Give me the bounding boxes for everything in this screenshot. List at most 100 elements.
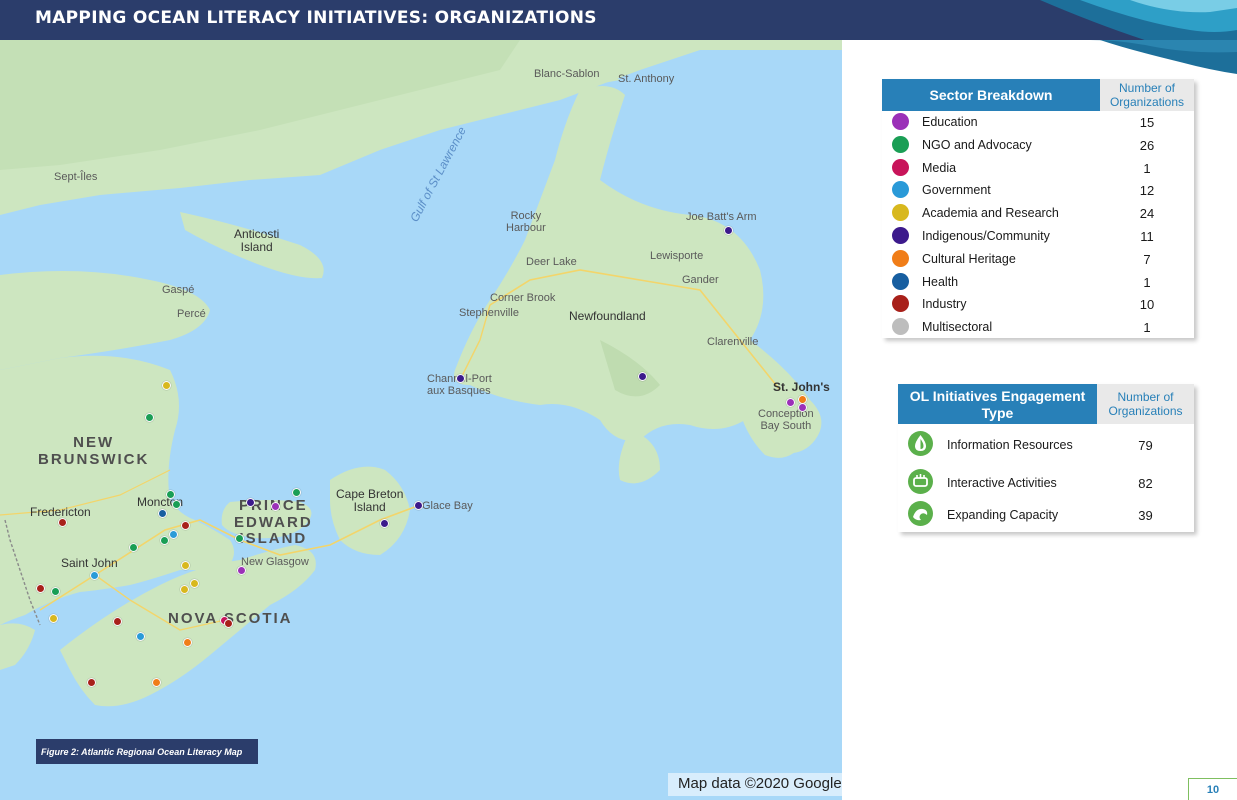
map-label-sept-iles: Sept-Îles — [54, 171, 98, 183]
sector-row: Government 12 — [882, 179, 1194, 201]
sector-count: 10 — [1139, 297, 1155, 313]
map-marker-industry[interactable] — [87, 678, 96, 687]
sector-color-swatch — [892, 249, 909, 267]
sector-label: NGO and Advocacy — [922, 137, 1032, 152]
map-marker-academia[interactable] — [190, 579, 199, 588]
engagement-count: 79 — [1138, 438, 1153, 453]
map-marker-industry[interactable] — [224, 619, 233, 628]
map-marker-indigenous[interactable] — [456, 374, 465, 383]
map-marker-health[interactable] — [158, 509, 167, 518]
map-marker-academia[interactable] — [181, 561, 190, 570]
map-marker-government[interactable] — [90, 571, 99, 580]
map-marker-ngo[interactable] — [235, 534, 244, 543]
map-label-joe-batts-arm: Joe Batt's Arm — [686, 211, 757, 223]
map-marker-cultural-heritage[interactable] — [152, 678, 161, 687]
map-label-st-anthony: St. Anthony — [618, 73, 675, 85]
map-marker-ngo[interactable] — [166, 490, 175, 499]
map-label-st-johns: St. John's — [773, 380, 830, 394]
engagement-row: Information Resources 79 — [898, 431, 1194, 459]
sector-count: 26 — [1139, 137, 1155, 153]
map-marker-ngo[interactable] — [145, 413, 154, 422]
sector-count: 24 — [1139, 206, 1155, 222]
water-drop-icon — [908, 431, 933, 456]
map-marker-government[interactable] — [136, 632, 145, 641]
map-marker-indigenous[interactable] — [246, 498, 255, 507]
hands-icon — [908, 469, 933, 494]
map-label-lewisporte: Lewisporte — [650, 250, 704, 262]
page-header: MAPPING OCEAN LITERACY INITIATIVES: ORGA… — [0, 0, 1237, 40]
map-label-new-brunswick: NEW BRUNSWICK — [38, 434, 150, 468]
sector-label: Industry — [922, 297, 967, 312]
map-marker-indigenous[interactable] — [724, 226, 733, 235]
map-marker-industry[interactable] — [113, 617, 122, 626]
map-label-corner-brook: Corner Brook — [490, 292, 556, 304]
map-label-clarenville: Clarenville — [707, 336, 759, 348]
map-label-conception-bay: Conception Bay South — [758, 408, 814, 433]
regional-map[interactable]: Blanc-Sablon St. Anthony Sept-Îles Antic… — [0, 40, 842, 800]
sector-row: Industry 10 — [882, 293, 1194, 315]
sector-color-swatch — [892, 135, 909, 153]
engagement-label: Information Resources — [947, 438, 1073, 452]
engagement-type-table: OL Initiatives Engagement Type Number of… — [898, 384, 1194, 532]
map-marker-education[interactable] — [786, 398, 795, 407]
sector-label: Multisectoral — [922, 320, 993, 335]
map-marker-indigenous[interactable] — [380, 519, 389, 528]
sector-row: NGO and Advocacy 26 — [882, 134, 1194, 156]
map-label-cape-breton: Cape Breton Island — [336, 487, 404, 515]
sector-count: 11 — [1140, 229, 1154, 244]
figure-caption: Figure 2: Atlantic Regional Ocean Litera… — [36, 739, 258, 764]
map-label-anticosti: Anticosti Island — [234, 227, 280, 255]
map-marker-indigenous[interactable] — [638, 372, 647, 381]
sector-table-title: Sector Breakdown — [882, 79, 1100, 111]
map-marker-industry[interactable] — [58, 518, 67, 527]
map-label-gander: Gander — [682, 274, 719, 286]
map-label-saint-john: Saint John — [61, 556, 118, 570]
map-marker-academia[interactable] — [162, 381, 171, 390]
engagement-row: Interactive Activities 82 — [898, 469, 1194, 497]
sector-label: Cultural Heritage — [922, 251, 1016, 266]
sector-label: Health — [922, 274, 959, 289]
sector-row: Media 1 — [882, 157, 1194, 179]
page-number: 10 — [1188, 778, 1237, 800]
map-attribution[interactable]: Map data ©2020 Google — [668, 773, 842, 796]
wave-icon — [908, 501, 933, 526]
map-marker-ngo[interactable] — [129, 543, 138, 552]
sector-label: Indigenous/Community — [922, 229, 1050, 243]
map-marker-academia[interactable] — [49, 614, 58, 623]
map-marker-industry[interactable] — [36, 584, 45, 593]
sector-count: 1 — [1143, 320, 1151, 336]
sector-count: 1 — [1143, 274, 1151, 290]
map-marker-academia[interactable] — [180, 585, 189, 594]
map-marker-government[interactable] — [169, 530, 178, 539]
map-marker-cultural-heritage[interactable] — [183, 638, 192, 647]
map-marker-indigenous[interactable] — [414, 501, 423, 510]
wave-graphic-tail — [1040, 40, 1237, 74]
map-marker-ngo[interactable] — [292, 488, 301, 497]
map-marker-education[interactable] — [237, 566, 246, 575]
sector-breakdown-table: Sector Breakdown Number of Organizations… — [882, 79, 1194, 338]
map-label-newfoundland: Newfoundland — [569, 309, 646, 323]
map-marker-industry[interactable] — [181, 521, 190, 530]
sector-table-count-header: Number of Organizations — [1100, 79, 1194, 111]
map-marker-ngo[interactable] — [160, 536, 169, 545]
map-label-new-glasgow: New Glasgow — [241, 556, 309, 568]
map-marker-education[interactable] — [271, 502, 280, 511]
sector-row: Education 15 — [882, 111, 1194, 133]
engagement-label: Expanding Capacity — [947, 508, 1059, 522]
sector-color-swatch — [892, 158, 909, 176]
map-marker-ngo[interactable] — [51, 587, 60, 596]
sector-label: Government — [922, 183, 991, 198]
sector-color-swatch — [892, 295, 909, 313]
sector-label: Education — [922, 115, 978, 129]
map-landmass — [0, 40, 842, 707]
sector-color-swatch — [892, 113, 909, 130]
sector-color-swatch — [892, 204, 909, 222]
map-label-gaspe: Gaspé — [162, 284, 195, 296]
sector-row: Health 1 — [882, 271, 1194, 293]
map-marker-education[interactable] — [798, 403, 807, 412]
map-label-deer-lake: Deer Lake — [526, 256, 577, 268]
sector-color-swatch — [892, 318, 909, 336]
map-label-perce: Percé — [177, 308, 206, 320]
map-label-stephenville: Stephenville — [459, 307, 519, 319]
map-marker-ngo[interactable] — [172, 500, 181, 509]
